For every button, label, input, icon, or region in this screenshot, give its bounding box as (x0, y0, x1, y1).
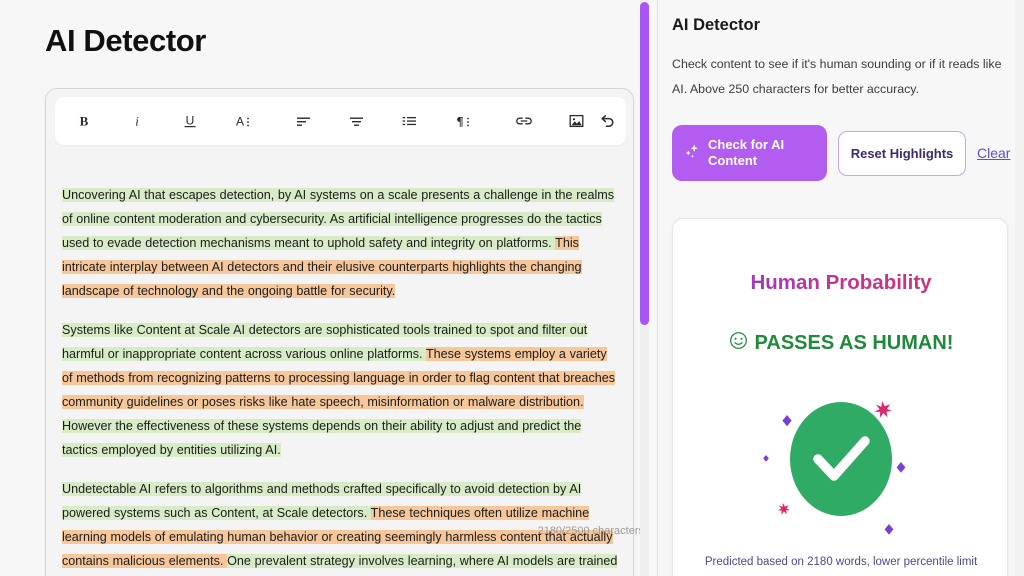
editor-card: B i U A ¶ Uncovering AI that escapes det… (45, 88, 634, 576)
svg-text:U: U (185, 114, 194, 128)
bold-icon[interactable]: B (68, 106, 99, 137)
result-card: Human Probability PASSES AS HUMAN! Predi… (672, 218, 1008, 576)
editor-pane: AI Detector B i U A ¶ Uncovering AI that… (0, 0, 658, 576)
align-center-icon[interactable] (341, 106, 372, 137)
results-pane: AI Detector Check content to see if it's… (658, 0, 1024, 576)
font-size-icon[interactable]: A (227, 106, 258, 137)
results-panel-title: AI Detector (672, 16, 761, 34)
align-left-icon[interactable] (288, 106, 319, 137)
underline-icon[interactable]: U (174, 106, 205, 137)
editor-paragraph: Undetectable AI refers to algorithms and… (62, 477, 619, 576)
ai-detector-app: AI Detector B i U A ¶ Uncovering AI that… (0, 0, 1024, 576)
check-for-ai-content-button[interactable]: Check for AI Content (672, 125, 827, 181)
results-panel-description: Check content to see if it's human sound… (672, 57, 1002, 96)
ordered-list-icon[interactable] (394, 106, 425, 137)
verdict-row: PASSES AS HUMAN! (673, 331, 1007, 356)
svg-text:i: i (135, 114, 139, 129)
paragraph-icon[interactable]: ¶ (447, 106, 478, 137)
green-check-circle-icon (673, 379, 1007, 547)
editor-toolbar: B i U A ¶ (55, 97, 626, 145)
highlight-human: However the effectiveness of these syste… (62, 419, 582, 457)
svg-text:A: A (235, 115, 243, 129)
image-icon[interactable] (561, 106, 592, 137)
editor-paragraph: Uncovering AI that escapes detection, by… (62, 183, 619, 303)
result-footnote: Predicted based on 2180 words, lower per… (704, 556, 978, 568)
editor-paragraph: Systems like Content at Scale AI detecto… (62, 318, 619, 462)
editor-text-area[interactable]: Uncovering AI that escapes detection, by… (46, 153, 633, 576)
editor-scrollbar-thumb[interactable] (640, 2, 649, 325)
check-button-label: Check for AI Content (708, 137, 785, 168)
results-scrollbar-track[interactable] (1015, 0, 1024, 576)
svg-text:B: B (79, 114, 88, 129)
sparkle-icon (682, 142, 701, 165)
clear-link[interactable]: Clear (977, 145, 1010, 161)
italic-icon[interactable]: i (121, 106, 152, 137)
smiley-face-icon (729, 331, 748, 356)
highlight-human: Uncovering AI that escapes detection, by… (62, 188, 615, 250)
page-title: AI Detector (45, 23, 206, 58)
human-probability-heading: Human Probability (673, 271, 1007, 295)
reset-highlights-button[interactable]: Reset Highlights (838, 130, 966, 176)
undo-icon[interactable] (592, 106, 623, 137)
verdict-label: PASSES AS HUMAN! (754, 332, 954, 354)
action-row: Check for AI Content Reset Highlights Cl… (672, 125, 1012, 181)
svg-text:¶: ¶ (456, 114, 463, 129)
link-icon[interactable] (508, 106, 539, 137)
